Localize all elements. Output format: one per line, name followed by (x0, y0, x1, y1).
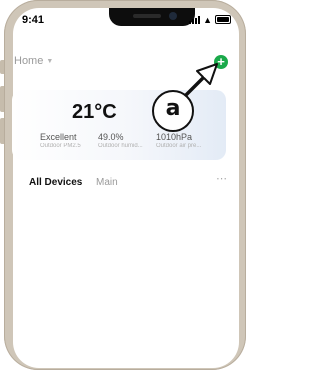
temperature-value: 21°C (72, 101, 117, 123)
metric-caption: Outdoor humid... (98, 143, 143, 149)
add-device-button[interactable]: + (214, 55, 228, 69)
metric-air-pressure: 1010hPa Outdoor air pre... (156, 132, 218, 149)
home-label: Home (14, 55, 44, 67)
tab-all-devices[interactable]: All Devices (29, 177, 82, 188)
home-header: Home ▼ + (14, 53, 228, 73)
status-time: 9:41 (22, 14, 45, 26)
metric-pm25: Excellent Outdoor PM2.5 (40, 132, 102, 149)
front-camera (169, 12, 177, 20)
status-icons: ▲ (189, 15, 231, 24)
metric-caption: Outdoor PM2.5 (40, 143, 81, 149)
phone-notch (109, 8, 195, 26)
more-options-icon[interactable]: ⋯ (216, 172, 228, 185)
callout-label: a (152, 90, 194, 132)
metric-value: 49.0% (98, 132, 124, 142)
metric-value: Excellent (40, 132, 77, 142)
metric-value: 1010hPa (156, 132, 193, 142)
metric-caption: Outdoor air pre... (156, 143, 202, 149)
metric-humidity: 49.0% Outdoor humid... (98, 132, 160, 149)
chevron-down-icon: ▼ (46, 57, 54, 65)
tab-main[interactable]: Main (96, 177, 118, 188)
speaker-grille (133, 14, 161, 18)
signal-icon (189, 15, 201, 24)
weather-card (12, 90, 226, 160)
home-selector[interactable]: Home ▼ (14, 55, 53, 67)
wifi-icon: ▲ (203, 14, 212, 25)
battery-icon (215, 15, 231, 24)
